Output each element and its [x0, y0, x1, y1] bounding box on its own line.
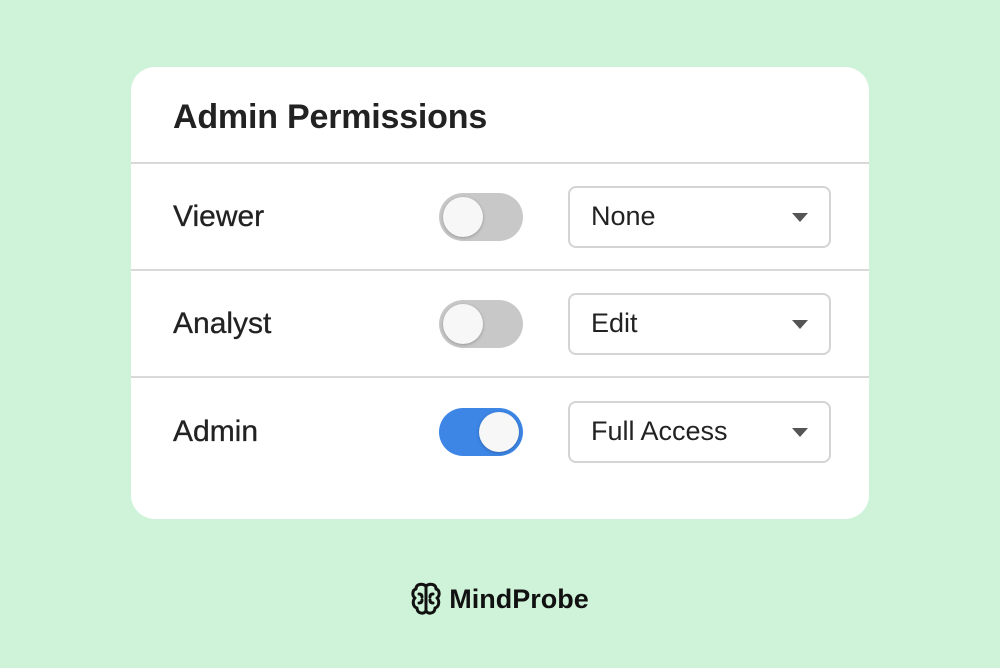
brand-name: MindProbe: [449, 583, 589, 614]
caret-down-icon: [792, 319, 808, 329]
toggle-knob: [443, 303, 483, 344]
caret-down-icon: [792, 427, 808, 437]
permission-row-viewer: Viewer None: [131, 164, 869, 271]
role-label-analyst: Analyst: [173, 306, 272, 340]
toggle-knob: [443, 196, 483, 237]
access-select-admin[interactable]: Full Access: [568, 400, 831, 463]
toggle-analyst[interactable]: [439, 299, 523, 348]
card-header: Admin Permissions: [131, 67, 869, 164]
toggle-admin[interactable]: [439, 407, 523, 456]
access-select-value: Edit: [591, 308, 638, 338]
brain-icon: [411, 582, 441, 616]
brand-footer: MindProbe: [0, 582, 1000, 616]
permissions-card: Admin Permissions Viewer None Analyst Ed…: [131, 67, 869, 519]
permission-row-admin: Admin Full Access: [131, 378, 869, 485]
role-label-admin: Admin: [173, 414, 259, 448]
toggle-knob: [479, 411, 519, 452]
role-label-viewer: Viewer: [173, 199, 265, 233]
access-select-value: Full Access: [591, 416, 728, 446]
caret-down-icon: [792, 212, 808, 222]
access-select-analyst[interactable]: Edit: [568, 292, 831, 355]
access-select-value: None: [591, 201, 656, 231]
page-title: Admin Permissions: [173, 98, 488, 136]
permission-row-analyst: Analyst Edit: [131, 271, 869, 378]
access-select-viewer[interactable]: None: [568, 185, 831, 248]
toggle-viewer[interactable]: [439, 192, 523, 241]
